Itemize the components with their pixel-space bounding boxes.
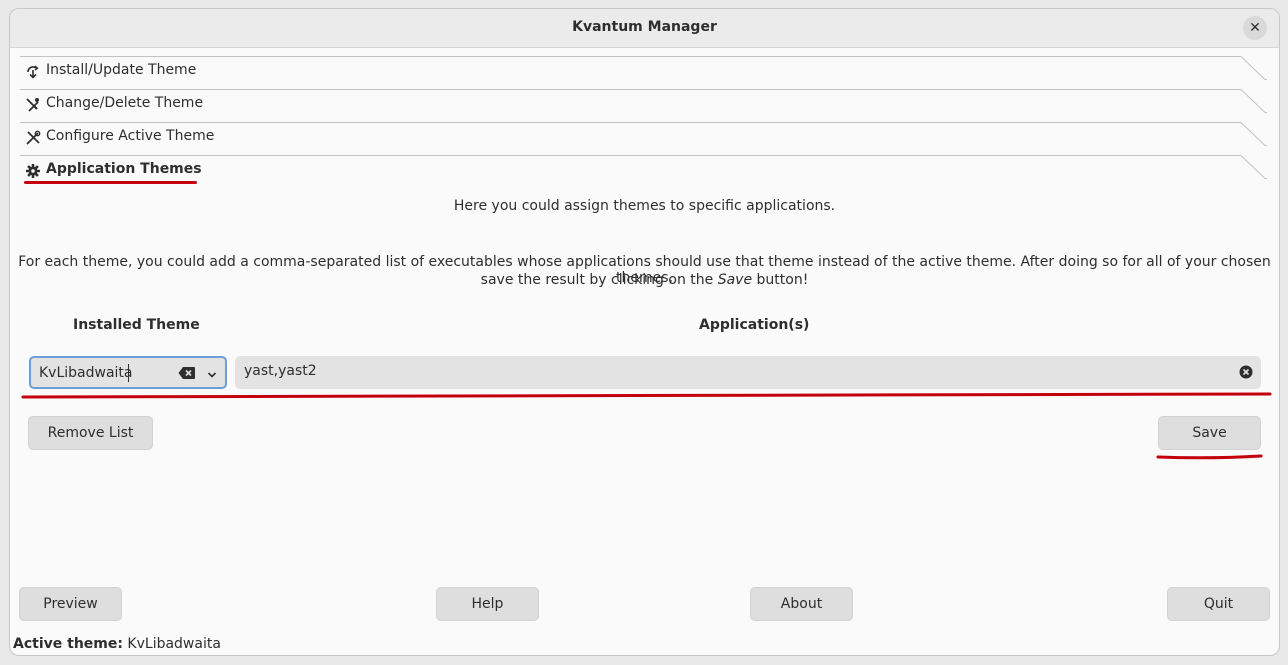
intro-text: Here you could assign themes to specific… <box>453 198 836 214</box>
status-label: Active theme: <box>13 636 123 652</box>
tab-label: Application Themes <box>46 161 202 177</box>
gear-icon <box>25 163 41 179</box>
text-cursor <box>128 364 129 382</box>
tab-change-delete-theme[interactable]: Change/Delete Theme <box>20 89 1267 122</box>
clear-field-icon[interactable] <box>1239 365 1253 379</box>
window-title: Kvantum Manager <box>572 19 717 35</box>
change-delete-icon <box>25 97 41 113</box>
tab-install-update-theme[interactable]: Install/Update Theme <box>20 56 1267 89</box>
applications-input-value: yast,yast2 <box>244 363 317 379</box>
close-button[interactable]: ✕ <box>1243 16 1267 40</box>
tab-label: Install/Update Theme <box>46 62 197 78</box>
kvantum-manager-window: Kvantum Manager ✕ Install/Update Theme C… <box>9 8 1280 656</box>
annotation-underline-row <box>21 392 1272 399</box>
quit-button[interactable]: Quit <box>1167 587 1270 621</box>
status-value: KvLibadwaita <box>127 636 221 652</box>
configure-icon <box>25 130 41 146</box>
description-text: button! <box>752 272 809 288</box>
save-button[interactable]: Save <box>1158 416 1261 450</box>
help-button[interactable]: Help <box>436 587 539 621</box>
description-line-2: save the result by clicking on the Save … <box>10 272 1279 288</box>
preview-button[interactable]: Preview <box>19 587 122 621</box>
save-emphasis: Save <box>717 272 753 288</box>
chevron-down-icon[interactable] <box>206 368 218 378</box>
description-text: save the result by clicking on the <box>480 272 718 288</box>
install-icon <box>25 64 41 80</box>
tab-label: Change/Delete Theme <box>46 95 204 111</box>
installed-theme-combobox[interactable]: KvLibadwaita <box>29 356 227 389</box>
title-bar[interactable]: Kvantum Manager ✕ <box>10 9 1279 48</box>
tab-application-themes[interactable]: Application Themes <box>20 155 1267 188</box>
applications-input[interactable]: yast,yast2 <box>235 356 1261 389</box>
applications-header: Application(s) <box>699 317 810 333</box>
backspace-clear-icon[interactable] <box>178 366 196 380</box>
theme-combobox-value: KvLibadwaita <box>39 365 133 381</box>
status-bar: Active theme: KvLibadwaita <box>13 636 221 652</box>
remove-list-button[interactable]: Remove List <box>28 416 153 450</box>
tab-configure-active-theme[interactable]: Configure Active Theme <box>20 122 1267 155</box>
installed-theme-header: Installed Theme <box>73 317 200 333</box>
annotation-underline-save <box>1156 454 1263 460</box>
close-icon: ✕ <box>1249 20 1261 36</box>
annotation-underline <box>24 181 197 184</box>
tab-label: Configure Active Theme <box>46 128 215 144</box>
about-button[interactable]: About <box>750 587 853 621</box>
